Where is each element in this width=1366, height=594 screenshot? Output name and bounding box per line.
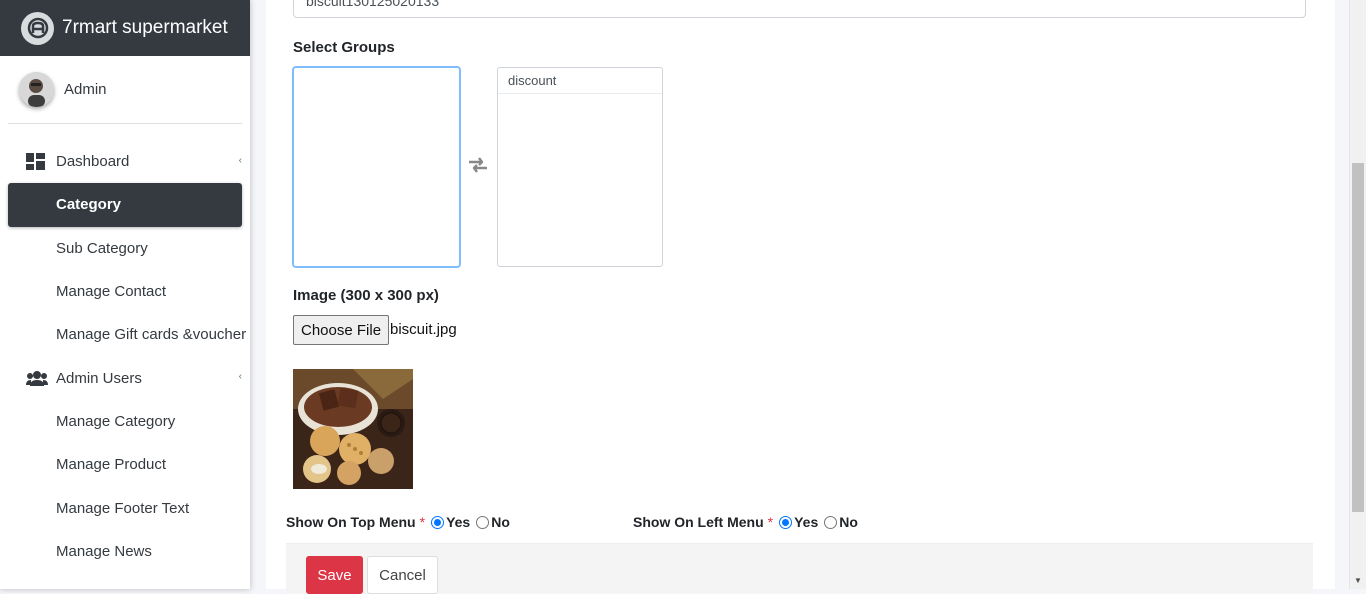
sidebar-item-label: Manage Category [56, 412, 176, 430]
left-menu-radio-group: Show On Left Menu * Yes No [633, 514, 862, 530]
brand-logo-icon [21, 11, 54, 45]
sidebar-nav: Dashboard ‹ Category Sub Category Manage… [0, 124, 250, 573]
main-content: biscuit130125020133 Select Groups discou… [266, 0, 1335, 594]
sidebar-item-manage-product[interactable]: Manage Product [8, 443, 242, 486]
swap-arrows-icon[interactable] [467, 155, 489, 180]
chevron-left-icon: ‹ [238, 155, 242, 166]
avatar [19, 72, 54, 107]
vertical-scrollbar[interactable]: ▼ [1349, 0, 1366, 589]
no-label: No [491, 514, 510, 530]
sidebar-item-label: Manage Footer Text [56, 499, 190, 517]
save-button[interactable]: Save [306, 556, 363, 594]
sidebar-item-sub-category[interactable]: Sub Category [8, 227, 242, 270]
chevron-left-icon: ‹ [238, 371, 242, 383]
sidebar: 7rmart supermarket Admin Dashboard ‹ Cat… [0, 0, 250, 589]
top-menu-radio-group: Show On Top Menu * Yes No [286, 514, 514, 530]
category-code-input[interactable]: biscuit130125020133 [293, 0, 1306, 18]
yes-label: Yes [446, 514, 471, 530]
top-menu-no-radio[interactable] [476, 515, 490, 529]
form-footer: Save Cancel [286, 543, 1313, 594]
scrollbar-thumb[interactable] [1352, 163, 1364, 512]
no-label: No [839, 514, 858, 530]
select-groups-label: Select Groups [293, 39, 395, 56]
sidebar-item-admin-users[interactable]: Admin Users ‹ [8, 356, 242, 399]
brand-link[interactable]: 7rmart supermarket [0, 0, 250, 56]
choose-file-button[interactable]: Choose File [293, 315, 390, 345]
left-menu-label: Show On Left Menu [633, 514, 764, 530]
file-name: biscuit.jpg [390, 321, 457, 338]
available-groups-listbox[interactable] [293, 67, 460, 267]
brand-title: 7rmart supermarket [62, 17, 228, 38]
sidebar-item-label: Sub Category [56, 239, 148, 257]
sidebar-item-manage-category[interactable]: Manage Category [8, 400, 242, 443]
users-icon [26, 370, 48, 387]
group-option[interactable]: discount [498, 68, 662, 94]
user-panel[interactable]: Admin [8, 56, 242, 124]
sidebar-item-label: Manage News [56, 542, 152, 560]
sidebar-item-label: Admin Users [56, 369, 142, 387]
sidebar-item-manage-gift-cards[interactable]: Manage Gift cards &voucher [8, 313, 246, 356]
left-menu-yes-radio[interactable] [779, 515, 793, 529]
sidebar-item-label: Manage Product [56, 456, 167, 474]
category-image-preview [293, 369, 413, 489]
sidebar-item-label: Manage Contact [56, 283, 167, 301]
sidebar-item-dashboard[interactable]: Dashboard ‹ [8, 140, 242, 183]
sidebar-item-manage-news[interactable]: Manage News [8, 530, 242, 573]
selected-groups-listbox[interactable]: discount [497, 67, 663, 267]
sidebar-item-label: Manage Gift cards &voucher [56, 326, 247, 344]
required-mark: * [767, 514, 774, 530]
top-menu-yes-radio[interactable] [431, 515, 445, 529]
scroll-down-icon[interactable]: ▼ [1354, 576, 1362, 585]
left-menu-no-radio[interactable] [824, 515, 838, 529]
required-mark: * [419, 514, 426, 530]
sidebar-item-manage-contact[interactable]: Manage Contact [8, 270, 242, 313]
sidebar-item-label: Dashboard [56, 153, 130, 171]
top-menu-label: Show On Top Menu [286, 514, 416, 530]
image-label: Image (300 x 300 px) [293, 287, 439, 304]
yes-label: Yes [794, 514, 819, 530]
cancel-button[interactable]: Cancel [367, 556, 438, 594]
sidebar-item-category[interactable]: Category [8, 183, 242, 227]
sidebar-item-label: Category [56, 196, 122, 214]
sidebar-item-manage-footer-text[interactable]: Manage Footer Text [8, 486, 242, 529]
dashboard-icon [26, 153, 48, 171]
user-name: Admin [64, 81, 107, 98]
